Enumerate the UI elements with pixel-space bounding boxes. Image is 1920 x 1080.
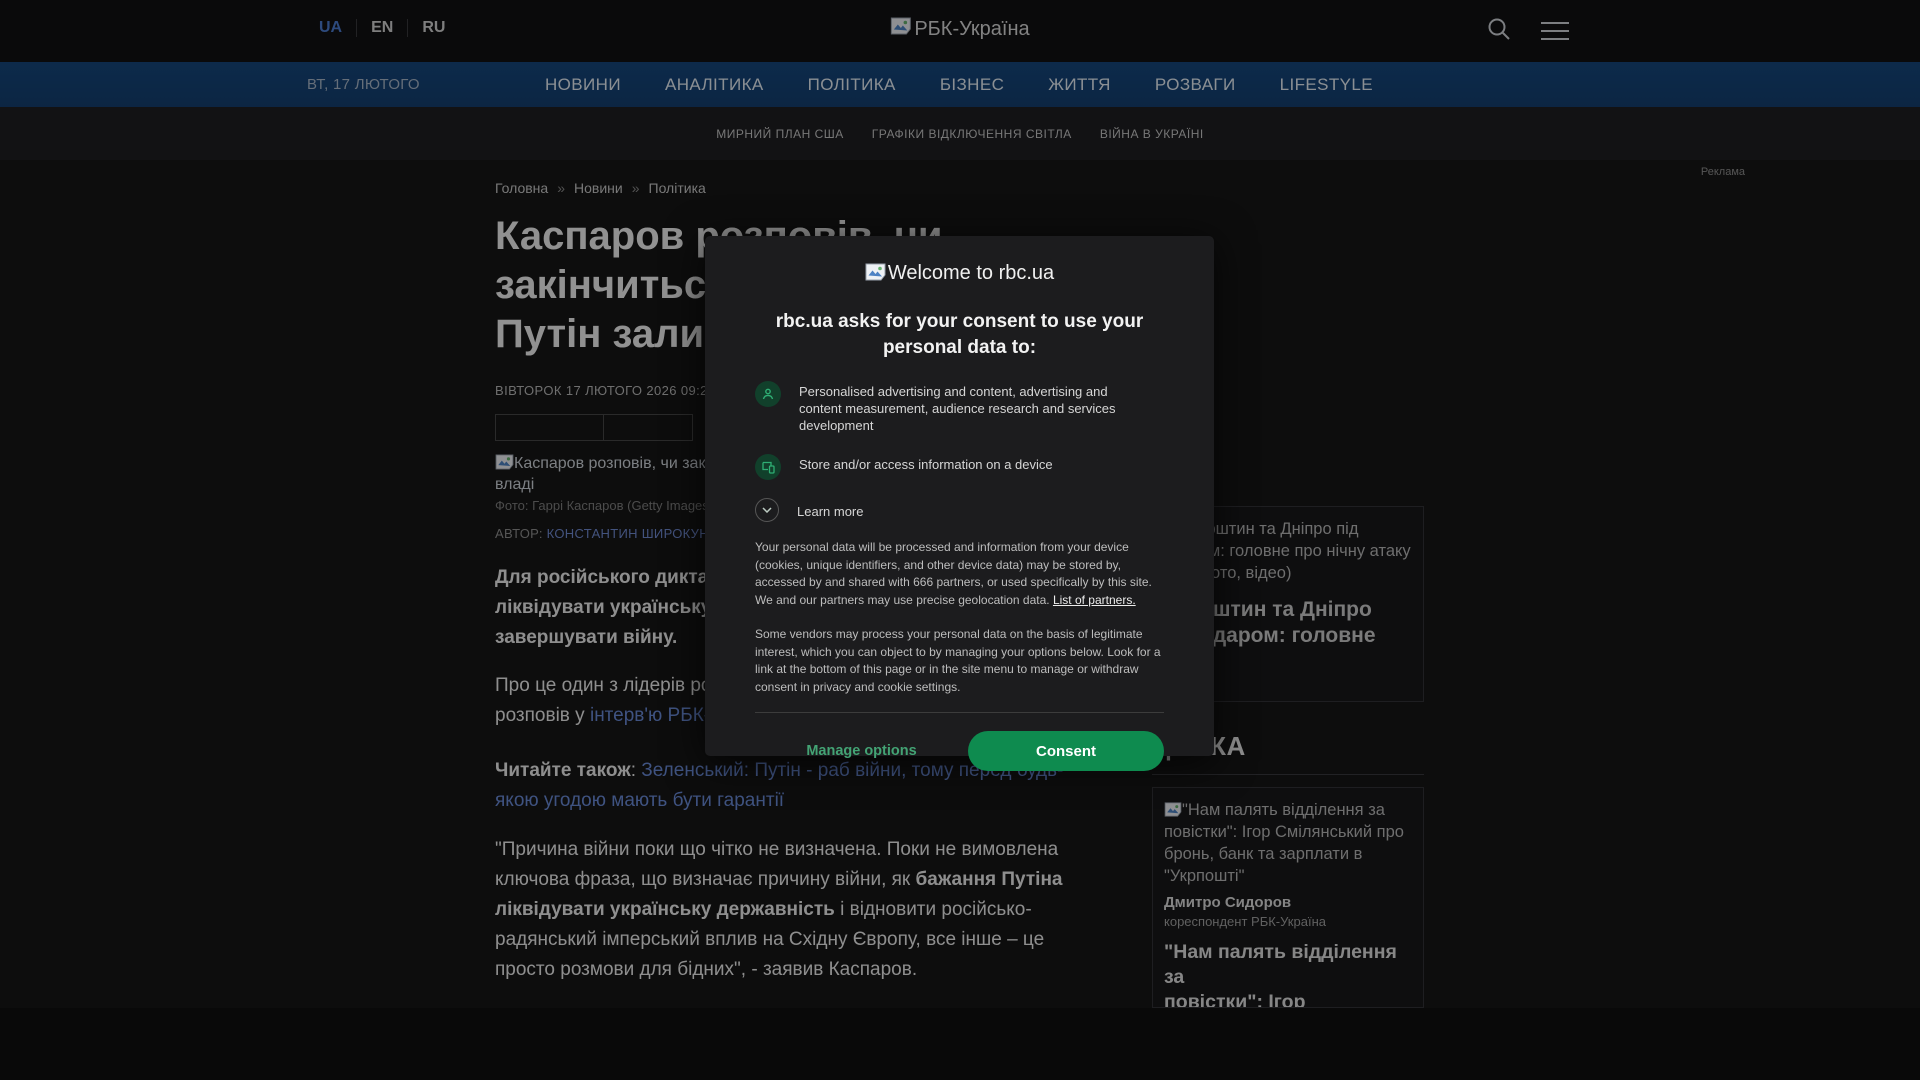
welcome-alt-text: Welcome to rbc.ua	[887, 262, 1055, 284]
chevron-down-icon	[755, 498, 779, 522]
divider	[755, 712, 1164, 713]
consent-dialog: Welcome to rbc.ua rbc.ua asks for your c…	[705, 236, 1214, 771]
manage-options-button[interactable]: Manage options	[755, 743, 968, 759]
consent-paragraph-1: Your personal data will be processed and…	[755, 540, 1152, 607]
purpose-text: Personalised advertising and content, ad…	[799, 384, 1116, 433]
welcome-image-broken: Welcome to rbc.ua	[755, 262, 1164, 285]
page: UA EN RU РБК-Україна ВТ, 17 ЛЮТОГО НОВИН…	[0, 0, 1920, 1080]
broken-image-icon	[865, 262, 886, 285]
learn-more-toggle[interactable]: Learn more	[755, 498, 1164, 522]
consent-button[interactable]: Consent	[968, 731, 1164, 771]
learn-more-label: Learn more	[797, 503, 864, 519]
consent-buttons-row: Manage options Consent	[755, 731, 1164, 771]
purpose-text: Store and/or access information on a dev…	[799, 457, 1053, 472]
consent-heading: rbc.ua asks for your consent to use your…	[775, 311, 1144, 358]
purpose-item: Personalised advertising and content, ad…	[755, 381, 1164, 434]
devices-icon	[755, 454, 781, 480]
person-icon	[755, 381, 781, 407]
purpose-item: Store and/or access information on a dev…	[755, 454, 1164, 480]
consent-paragraph-2: Some vendors may process your personal d…	[755, 627, 1161, 694]
list-of-partners-link[interactable]: List of partners.	[1053, 593, 1136, 607]
